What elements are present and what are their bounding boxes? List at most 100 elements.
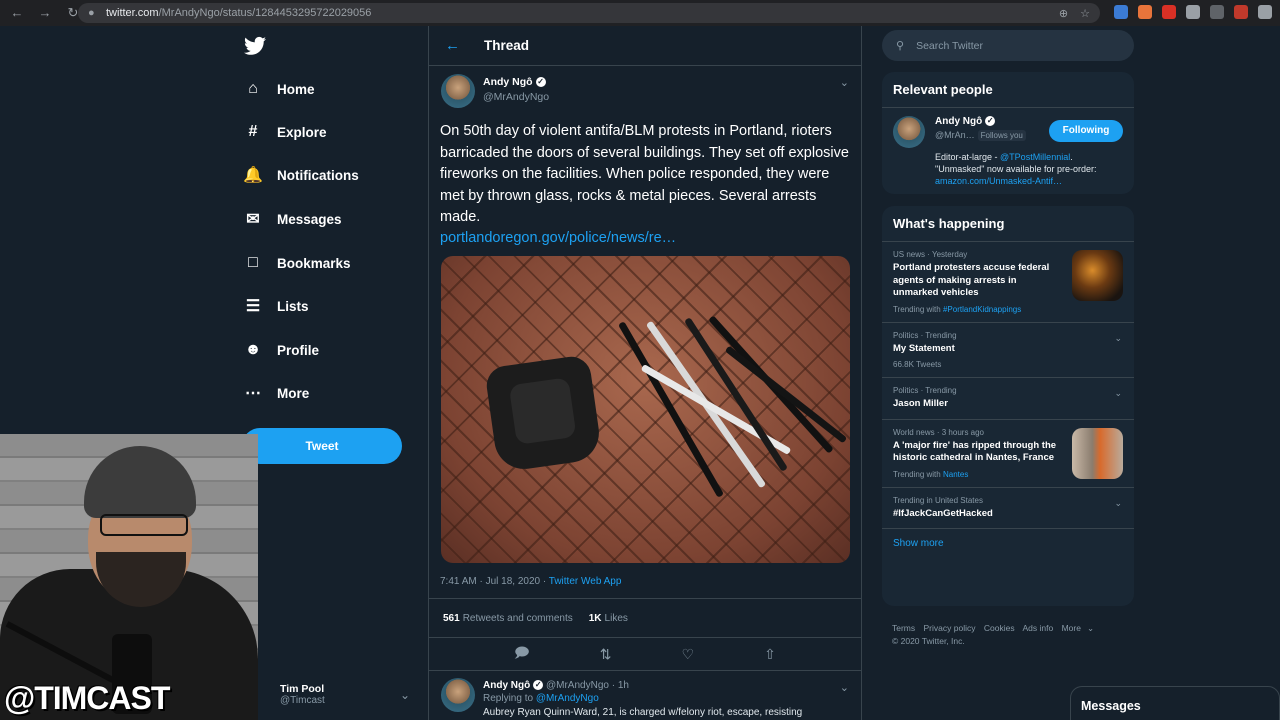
retweets-label[interactable]: Retweets and comments	[463, 613, 573, 624]
author-name: Andy Ngô	[483, 76, 533, 88]
verified-badge-icon: ✓	[535, 77, 546, 88]
extension-icon[interactable]	[1186, 5, 1200, 19]
back-arrow-icon[interactable]: ←	[8, 5, 26, 21]
nav-item-bookmarks[interactable]: □ Bookmarks	[240, 248, 350, 278]
thread-column: ← Thread Andy Ngô ✓ @MrAndyNgo ⌄ On 50th …	[428, 26, 862, 720]
chevron-down-icon[interactable]: ⌄	[840, 76, 849, 89]
trend-item[interactable]: US news · Yesterday Portland protesters a…	[882, 242, 1134, 323]
chevron-down-icon[interactable]: ⌄	[1114, 388, 1122, 399]
tweet-source-link[interactable]: Twitter Web App	[549, 576, 622, 587]
extension-icon[interactable]	[1114, 5, 1128, 19]
image-vest	[484, 354, 603, 473]
search-box[interactable]: ⚲	[882, 30, 1134, 61]
trend-item[interactable]: Trending in United States #IfJackCanGetHa…	[882, 488, 1134, 529]
left-sidebar: ⌂ Home # Explore 🔔 Notifications ✉ Messages …	[240, 26, 430, 720]
person-bio: Editor-at-large - @TPostMillennial. "Unm…	[935, 151, 1120, 187]
chevron-down-icon[interactable]: ⌄	[1114, 498, 1122, 509]
avatar[interactable]	[441, 74, 475, 108]
extensions-bar	[1114, 5, 1272, 19]
share-icon[interactable]: ⇧	[764, 646, 776, 663]
retweet-icon[interactable]: ⇅	[600, 646, 612, 663]
replying-mention[interactable]: @MrAndyNgo	[536, 693, 599, 704]
account-name: Tim Pool	[280, 683, 325, 695]
chevron-down-icon[interactable]: ⌄	[840, 681, 849, 694]
tweet-button[interactable]: Tweet	[242, 428, 402, 464]
webcam-glasses	[100, 514, 188, 536]
trend-sub-link[interactable]: #PortlandKidnappings	[943, 305, 1021, 314]
footer-link[interactable]: Privacy policy	[924, 623, 976, 633]
nav-item-messages[interactable]: ✉ Messages	[240, 204, 341, 234]
nav-item-explore[interactable]: # Explore	[240, 117, 327, 147]
twitter-logo-icon[interactable]	[244, 36, 266, 62]
nav-item-profile[interactable]: ☻ Profile	[240, 335, 319, 365]
thread-header: ← Thread	[429, 26, 861, 66]
avatar[interactable]	[441, 678, 475, 712]
footer-link[interactable]: Terms	[892, 623, 915, 633]
nav-label: Lists	[277, 298, 309, 314]
account-switcher[interactable]: Tim Pool @Timcast	[280, 683, 325, 706]
chevron-down-icon[interactable]: ⌄	[1114, 333, 1122, 344]
mail-icon: ✉	[246, 211, 260, 228]
webcam-beanie	[84, 446, 196, 518]
like-icon[interactable]: ♡	[682, 646, 695, 663]
relevant-person[interactable]: Andy Ngô ✓ @MrAn… Follows you Following Ed…	[882, 108, 1134, 194]
extension-icon[interactable]	[1210, 5, 1224, 19]
trend-sub-link[interactable]: Nantes	[943, 470, 968, 479]
reply-icon[interactable]: 🗩	[514, 642, 530, 666]
footer-link[interactable]: Cookies	[984, 623, 1015, 633]
footer-link[interactable]: Ads info	[1022, 623, 1053, 633]
likes-label[interactable]: Likes	[605, 613, 628, 624]
star-icon[interactable]: ☆	[1080, 7, 1090, 20]
footer-link[interactable]: More	[1062, 623, 1081, 633]
messages-drawer[interactable]: Messages	[1070, 686, 1280, 720]
tweet-author[interactable]: Andy Ngô ✓ @MrAndyNgo	[441, 74, 549, 108]
bio-link[interactable]: amazon.com/Unmasked-Antif…	[935, 176, 1062, 186]
trend-thumbnail[interactable]	[1072, 427, 1123, 479]
replying-to: Replying to @MrAndyNgo	[483, 693, 802, 704]
trend-sub-text: 66.8K Tweets	[893, 360, 942, 369]
verified-badge-icon: ✓	[985, 116, 996, 127]
footer: Terms Privacy policy Cookies Ads info Mo…	[892, 622, 1132, 648]
tweet-text: On 50th day of violent antifa/BLM protes…	[440, 123, 849, 225]
chevron-down-icon[interactable]: ⌄	[1087, 623, 1094, 633]
reply-text: Aubrey Ryan Quinn-Ward, 21, is charged w…	[483, 707, 803, 718]
zoom-icon[interactable]: ⊕	[1059, 7, 1068, 20]
bio-mention[interactable]: @TPostMillennial	[1000, 152, 1070, 162]
person-icon: ☻	[244, 341, 262, 358]
show-more-link[interactable]: Show more	[882, 529, 1134, 558]
reply-tweet[interactable]: Andy Ngô ✓ @MrAndyNgo · 1h Replying to @M…	[441, 678, 802, 718]
following-button[interactable]: Following	[1049, 120, 1123, 142]
likes-count: 1K	[588, 612, 602, 624]
extension-icon[interactable]	[1162, 5, 1176, 19]
nav-item-lists[interactable]: ☰ Lists	[240, 291, 309, 321]
nav-item-notifications[interactable]: 🔔 Notifications	[240, 160, 359, 190]
trend-context: US news · Yesterday	[893, 250, 968, 259]
nav-item-home[interactable]: ⌂ Home	[240, 74, 314, 104]
profile-icon[interactable]	[1258, 5, 1272, 19]
chevron-down-icon[interactable]: ⌄	[400, 688, 410, 702]
back-arrow-icon[interactable]: ←	[445, 37, 460, 54]
home-icon: ⌂	[248, 80, 258, 97]
forward-arrow-icon[interactable]: →	[36, 5, 54, 21]
extension-icon[interactable]	[1234, 5, 1248, 19]
trend-item[interactable]: Politics · Trending My Statement 66.8K Twe…	[882, 323, 1134, 378]
trend-sub: Trending with Nantes	[893, 470, 1062, 479]
lock-icon: ●	[88, 7, 95, 19]
tweet-image[interactable]	[441, 256, 850, 563]
trend-item[interactable]: Politics · Trending Jason Miller ⌄	[882, 378, 1134, 420]
browser-toolbar: ← → ↻ ● twitter.com/MrAndyNgo/status/128…	[0, 0, 1280, 26]
trend-sub: Trending with #PortlandKidnappings	[893, 305, 1062, 314]
panel-title: What's happening	[882, 206, 1134, 242]
url-host: twitter.com	[106, 7, 159, 19]
address-bar[interactable]: ● twitter.com/MrAndyNgo/status/128445329…	[78, 3, 1100, 23]
avatar[interactable]	[893, 116, 925, 148]
extension-icon[interactable]	[1138, 5, 1152, 19]
trend-thumbnail[interactable]	[1072, 250, 1123, 301]
trend-item[interactable]: World news · 3 hours ago A 'major fire' h…	[882, 420, 1134, 488]
trend-context: Politics · Trending	[893, 330, 957, 340]
search-input[interactable]	[916, 39, 1107, 52]
nav-item-more[interactable]: ⋯ More	[240, 378, 309, 408]
reply-author-handle: @MrAndyNgo · 1h	[546, 680, 629, 691]
tweet-link[interactable]: portlandoregon.gov/police/news/re…	[440, 230, 676, 246]
trend-title: My Statement	[893, 342, 955, 354]
